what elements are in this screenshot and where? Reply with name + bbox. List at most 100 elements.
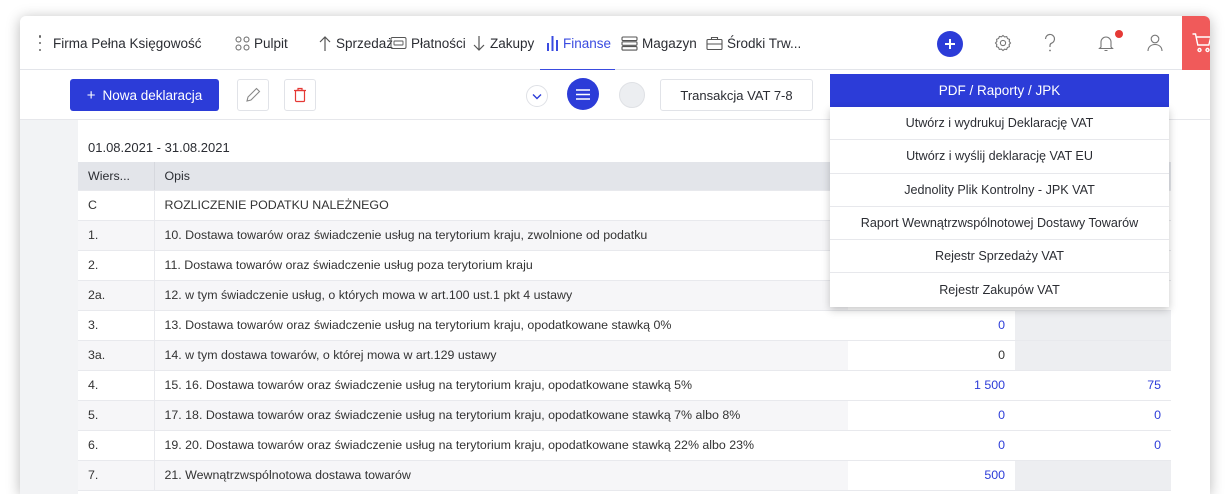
fixed-assets-icon	[706, 36, 723, 50]
app-window: Firma Pełna Księgowość Pulpit Sprzedaż P…	[20, 16, 1210, 494]
help-icon	[1044, 33, 1056, 52]
row-base-value[interactable]: 0	[848, 430, 1015, 461]
row-description: 13. Dostawa towarów oraz świadczenie usł…	[154, 310, 848, 341]
row-number: 2a.	[78, 280, 155, 311]
cart-icon	[1192, 33, 1210, 53]
row-base-value: 0	[848, 340, 1015, 371]
transaction-vat-button[interactable]: Transakcja VAT 7-8	[660, 79, 813, 111]
row-number: 4.	[78, 370, 155, 401]
row-tax-value	[1015, 460, 1171, 491]
row-description: 10. Dostawa towarów oraz świadczenie usł…	[154, 220, 848, 251]
nav-magazyn-label: Magazyn	[642, 35, 697, 51]
row-tax-value	[1015, 340, 1171, 371]
new-declaration-button[interactable]: + Nowa deklaracja	[70, 79, 219, 111]
nav-zakupy-label: Zakupy	[490, 35, 535, 51]
row-number: 7.	[78, 460, 155, 491]
company-menu-icon[interactable]	[38, 35, 42, 51]
row-number: 6.	[78, 430, 155, 461]
nav-srodki-trwale-label: Środki Trw...	[727, 35, 802, 51]
cart-button[interactable]	[1182, 16, 1210, 70]
top-navigation: Firma Pełna Księgowość Pulpit Sprzedaż P…	[20, 16, 1210, 71]
new-declaration-label: Nowa deklaracja	[102, 87, 203, 103]
nav-pulpit-label: Pulpit	[254, 35, 288, 51]
dashboard-icon	[235, 36, 250, 50]
row-number: 2.	[78, 250, 155, 281]
row-description: 17. 18. Dostawa towarów oraz świadczenie…	[154, 400, 848, 431]
nav-platnosci-label: Płatności	[411, 35, 466, 51]
hamburger-icon	[576, 88, 590, 100]
row-number: 3a.	[78, 340, 155, 371]
row-description: 15. 16. Dostawa towarów oraz świadczenie…	[154, 370, 848, 401]
menu-item-jpk-vat[interactable]: Jednolity Plik Kontrolny - JPK VAT	[830, 174, 1169, 207]
table-row: 3. 13. Dostawa towarów oraz świadczenie …	[78, 310, 1171, 341]
table-row: 6. 19. 20. Dostawa towarów oraz świadcze…	[78, 430, 1171, 461]
row-description: 14. w tym dostawa towarów, o której mowa…	[154, 340, 848, 371]
nav-srodki-trwale[interactable]: Środki Trw...	[706, 16, 801, 70]
row-base-value[interactable]: 0	[848, 400, 1015, 431]
arrow-up-icon	[319, 35, 331, 51]
column-header-opis[interactable]: Opis	[154, 162, 848, 191]
menu-item-send-vat-eu[interactable]: Utwórz i wyślij deklarację VAT EU	[830, 140, 1169, 174]
row-number: 1.	[78, 220, 155, 251]
row-tax-value[interactable]: 0	[1015, 430, 1171, 461]
row-description: 11. Dostawa towarów oraz świadczenie usł…	[154, 250, 848, 281]
company-name[interactable]: Firma Pełna Księgowość	[53, 16, 202, 70]
user-button[interactable]	[1141, 29, 1169, 57]
table-row: 7. 21. Wewnątrzwspólnotowa dostawa towar…	[78, 460, 1171, 491]
add-icon	[945, 39, 955, 49]
row-base-value[interactable]: 0	[848, 310, 1015, 341]
notification-badge	[1115, 30, 1123, 38]
settings-button[interactable]	[989, 29, 1017, 57]
period-range: 01.08.2021 - 31.08.2021	[88, 140, 230, 155]
nav-magazyn[interactable]: Magazyn	[621, 16, 697, 70]
nav-finanse[interactable]: Finanse	[539, 16, 616, 71]
row-tax-value[interactable]: 0	[1015, 400, 1171, 431]
warehouse-icon	[621, 35, 638, 51]
nav-zakupy[interactable]: Zakupy	[472, 16, 534, 70]
row-tax-value	[1015, 310, 1171, 341]
company-label: Firma Pełna Księgowość	[53, 35, 202, 51]
table-row: 3a. 14. w tym dostawa towarów, o której …	[78, 340, 1171, 371]
user-icon	[1147, 34, 1163, 52]
row-description: ROZLICZENIE PODATKU NALEŻNEGO	[154, 190, 848, 221]
menu-item-purchase-register[interactable]: Rejestr Zakupów VAT	[830, 273, 1169, 306]
reports-dropdown-menu: Utwórz i wydrukuj Deklarację VAT Utwórz …	[830, 107, 1169, 307]
menu-item-intra-community-report[interactable]: Raport Wewnątrzwspólnotowej Dostawy Towa…	[830, 207, 1169, 241]
nav-platnosci[interactable]: Płatności	[390, 16, 466, 70]
nav-pulpit[interactable]: Pulpit	[235, 16, 288, 70]
arrow-down-icon	[473, 35, 485, 51]
view-toggle-button[interactable]	[619, 82, 645, 108]
nav-sprzedaz[interactable]: Sprzedaż	[318, 16, 393, 70]
row-number: 5.	[78, 400, 155, 431]
row-number: C	[78, 190, 155, 221]
list-view-button[interactable]	[567, 78, 599, 110]
trash-icon	[294, 87, 306, 103]
notifications-icon	[1098, 36, 1114, 52]
row-base-value[interactable]: 500	[848, 460, 1015, 491]
delete-button[interactable]	[284, 79, 316, 111]
table-row: 5. 17. 18. Dostawa towarów oraz świadcze…	[78, 400, 1171, 431]
nav-sprzedaz-label: Sprzedaż	[336, 35, 394, 51]
edit-button[interactable]	[237, 79, 269, 111]
help-button[interactable]	[1036, 29, 1064, 57]
chevron-down-icon	[532, 93, 542, 99]
add-button[interactable]	[937, 31, 963, 57]
payment-card-icon	[390, 37, 407, 49]
row-description: 12. w tym świadczenie usług, o których m…	[154, 280, 848, 311]
menu-item-print-vat-declaration[interactable]: Utwórz i wydrukuj Deklarację VAT	[830, 107, 1169, 141]
pdf-reports-jpk-button[interactable]: PDF / Raporty / JPK	[830, 74, 1169, 107]
table-row: 4. 15. 16. Dostawa towarów oraz świadcze…	[78, 370, 1171, 401]
row-base-value[interactable]: 1 500	[848, 370, 1015, 401]
nav-finanse-label: Finanse	[563, 35, 612, 51]
plus-icon: +	[86, 86, 96, 104]
row-tax-value[interactable]: 75	[1015, 370, 1171, 401]
pencil-icon	[246, 87, 261, 102]
row-description: 21. Wewnątrzwspólnotowa dostawa towarów	[154, 460, 848, 491]
column-header-wiersz[interactable]: Wiers...	[78, 162, 155, 191]
row-description: 19. 20. Dostawa towarów oraz świadczenie…	[154, 430, 848, 461]
bar-chart-icon	[547, 35, 558, 51]
menu-item-sales-register[interactable]: Rejestr Sprzedaży VAT	[830, 240, 1169, 274]
row-number: 3.	[78, 310, 155, 341]
settings-icon	[994, 34, 1012, 52]
expand-button[interactable]	[526, 85, 548, 107]
